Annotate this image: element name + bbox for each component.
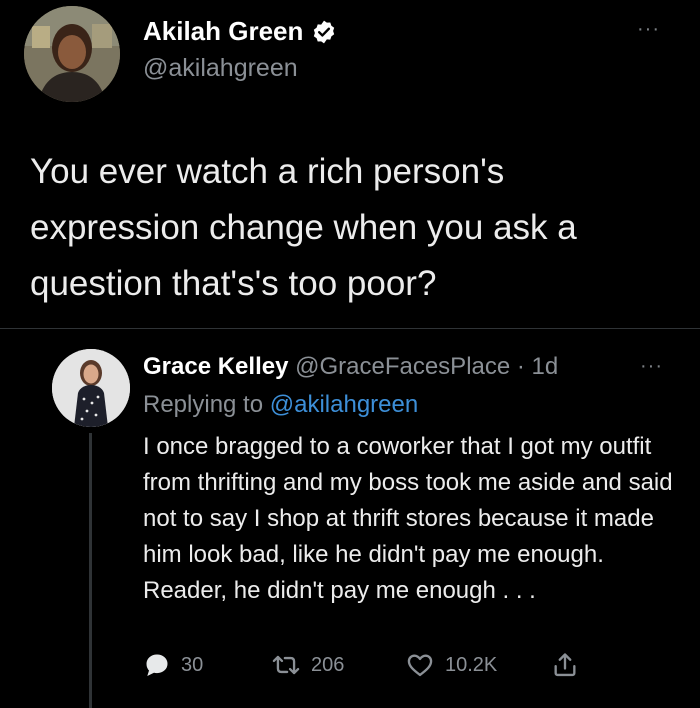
- share-icon[interactable]: [551, 651, 579, 679]
- like-action[interactable]: 10.2K: [405, 651, 497, 679]
- author-name-text[interactable]: Akilah Green: [143, 16, 303, 47]
- more-options-icon[interactable]: ···: [637, 18, 660, 41]
- tweet-text: You ever watch a rich person's expressio…: [30, 152, 577, 303]
- reply-tweet: Grace Kelley @GraceFacesPlace · 1d ··· R…: [0, 329, 700, 708]
- share-action[interactable]: [551, 651, 579, 679]
- retweet-icon[interactable]: [271, 651, 301, 679]
- retweet-action[interactable]: 206: [271, 651, 344, 679]
- reply-author-avatar[interactable]: [52, 349, 130, 427]
- like-count: 10.2K: [445, 653, 498, 676]
- replying-to: Replying to @akilahgreen: [143, 391, 418, 419]
- author-avatar[interactable]: [24, 6, 120, 102]
- replying-to-handle[interactable]: @akilahgreen: [270, 391, 418, 418]
- main-tweet: Akilah Green @akilahgreen ··· You ever w…: [0, 0, 700, 328]
- reply-author-meta[interactable]: @GraceFacesPlace · 1d: [295, 353, 558, 380]
- author-name[interactable]: Akilah Green: [143, 16, 337, 47]
- action-bar: 30 206 10.2K: [143, 651, 603, 683]
- reply-more-options-icon[interactable]: ···: [640, 355, 663, 378]
- like-icon[interactable]: [405, 651, 435, 679]
- replying-to-prefix: Replying to: [143, 391, 264, 418]
- reply-header: Grace Kelley @GraceFacesPlace · 1d: [143, 353, 558, 381]
- reply-icon[interactable]: [143, 651, 171, 679]
- reply-action[interactable]: 30: [143, 651, 203, 679]
- reply-count: 30: [181, 653, 204, 676]
- verified-badge-icon: [311, 19, 337, 45]
- author-handle[interactable]: @akilahgreen: [143, 54, 298, 83]
- retweet-count: 206: [311, 653, 345, 676]
- reply-text: I once bragged to a coworker that I got …: [143, 433, 673, 604]
- reply-author-name[interactable]: Grace Kelley: [143, 353, 288, 380]
- thread-line: [89, 433, 92, 708]
